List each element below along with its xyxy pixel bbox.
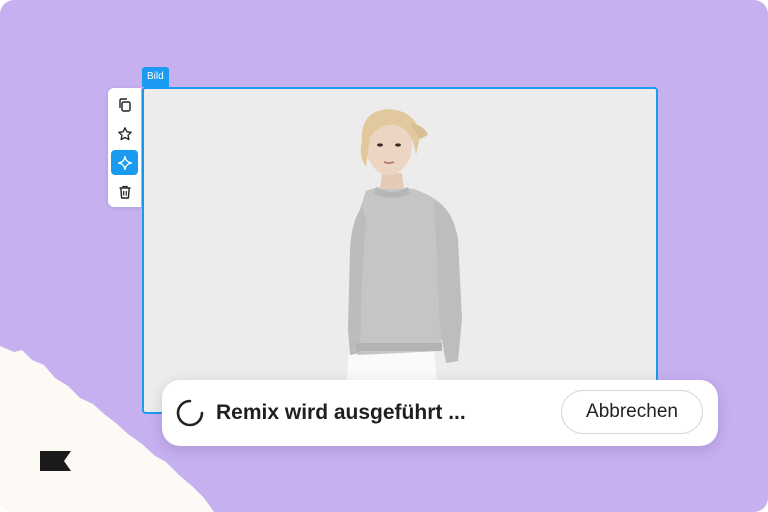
remix-status-bar: Remix wird ausgeführt ... Abbrechen — [162, 380, 718, 446]
model-photo — [144, 89, 656, 412]
image-frame[interactable] — [142, 87, 658, 414]
status-text: Remix wird ausgeführt ... — [216, 401, 466, 424]
favorite-button[interactable] — [111, 121, 138, 146]
copy-icon — [118, 97, 131, 112]
image-toolbar — [108, 88, 141, 207]
cancel-button[interactable]: Abbrechen — [561, 390, 703, 434]
duplicate-button[interactable] — [111, 92, 138, 117]
loading-spinner-icon — [176, 399, 204, 427]
star-icon — [117, 126, 132, 140]
image-frame-label: Bild — [142, 67, 169, 87]
sparkle-icon — [117, 155, 132, 170]
remix-button[interactable] — [111, 150, 138, 175]
brand-logo — [40, 451, 71, 471]
trash-icon — [119, 185, 130, 199]
delete-button[interactable] — [111, 179, 138, 204]
